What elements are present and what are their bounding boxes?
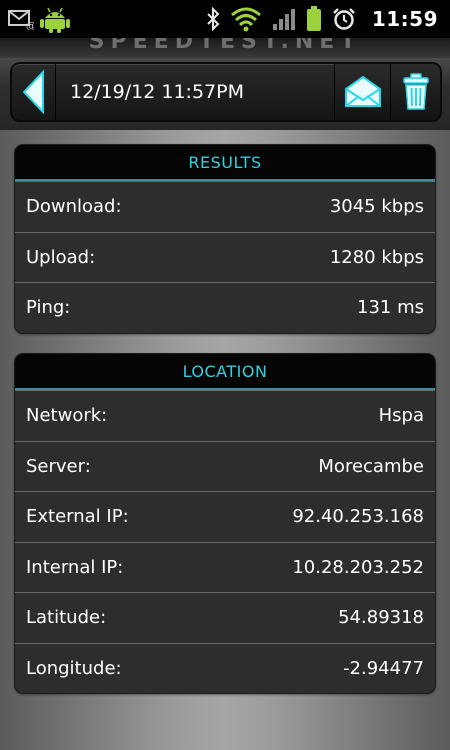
row-value: 92.40.253.168 — [292, 506, 424, 528]
svg-text:@: @ — [26, 21, 34, 30]
location-row-internal-ip: Internal IP: 10.28.203.252 — [15, 541, 435, 593]
row-label: External IP: — [26, 506, 129, 528]
results-heading: RESULTS — [15, 145, 435, 181]
location-panel: LOCATION Network: Hspa Server: Morecambe… — [14, 353, 436, 694]
back-button[interactable] — [12, 64, 56, 120]
location-row-network: Network: Hspa — [15, 390, 435, 441]
row-value: 10.28.203.252 — [292, 556, 424, 578]
android-icon — [40, 7, 70, 33]
toolbar: 12/19/12 11:57PM — [10, 62, 442, 122]
location-heading: LOCATION — [15, 354, 435, 390]
location-row-external-ip: External IP: 92.40.253.168 — [15, 491, 435, 542]
row-value: 3045 kbps — [329, 196, 424, 218]
app-logo: SPEEDTEST.NET — [88, 38, 362, 54]
row-value: Morecambe — [318, 455, 424, 477]
signal-icon — [272, 9, 295, 30]
row-label: Internal IP: — [26, 556, 124, 578]
clock: 11:59 — [371, 7, 438, 31]
result-row-ping: Ping: 131 ms — [15, 282, 435, 333]
result-row-upload: Upload: 1280 kbps — [15, 231, 435, 283]
row-value: -2.94477 — [343, 657, 424, 679]
row-value: 131 ms — [357, 297, 424, 319]
back-arrow-icon — [22, 70, 44, 114]
row-value: 1280 kbps — [329, 246, 424, 268]
location-row-longitude: Longitude: -2.94477 — [15, 642, 435, 694]
row-value: 54.89318 — [338, 607, 424, 629]
logo-strip: SPEEDTEST.NET — [0, 38, 450, 58]
email-notification-icon: @ — [8, 10, 34, 30]
row-label: Longitude: — [26, 657, 122, 679]
status-bar: @ — [0, 0, 450, 38]
wifi-icon — [230, 7, 261, 32]
location-row-server: Server: Morecambe — [15, 440, 435, 492]
row-label: Network: — [26, 405, 108, 427]
row-label: Latitude: — [26, 607, 107, 629]
row-label: Server: — [26, 455, 91, 477]
row-label: Ping: — [26, 297, 71, 319]
result-timestamp: 12/19/12 11:57PM — [70, 81, 244, 103]
alarm-icon — [332, 8, 355, 30]
battery-icon — [306, 6, 321, 31]
trash-icon — [402, 73, 429, 110]
location-row-latitude: Latitude: 54.89318 — [15, 592, 435, 643]
bluetooth-icon — [207, 7, 220, 31]
result-row-download: Download: 3045 kbps — [15, 181, 435, 232]
row-label: Download: — [26, 196, 122, 218]
row-value: Hspa — [378, 405, 424, 427]
share-email-button[interactable] — [334, 64, 390, 120]
delete-button[interactable] — [390, 64, 440, 120]
row-label: Upload: — [26, 246, 96, 268]
email-share-icon — [344, 75, 381, 107]
results-panel: RESULTS Download: 3045 kbps Upload: 1280… — [14, 144, 436, 334]
